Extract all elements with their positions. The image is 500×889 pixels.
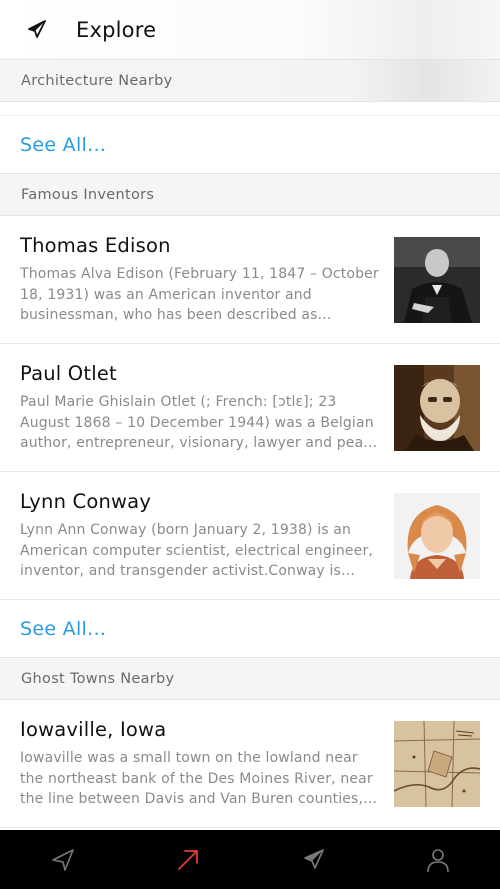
compass-icon[interactable] — [24, 18, 48, 42]
app-header: Explore — [0, 0, 500, 60]
article-row-iowaville[interactable]: Iowaville, Iowa Iowaville was a small to… — [0, 700, 500, 828]
article-text: Thomas Edison Thomas Alva Edison (Februa… — [20, 234, 394, 326]
lynn-conway-thumbnail — [394, 493, 480, 579]
article-title: Paul Otlet — [20, 362, 117, 385]
bottom-nav — [0, 830, 500, 889]
article-description: Lynn Ann Conway (born January 2, 1938) i… — [20, 522, 373, 579]
article-description: Thomas Alva Edison (February 11, 1847 – … — [20, 266, 379, 323]
article-text: Paul Otlet Paul Marie Ghislain Otlet (; … — [20, 362, 394, 454]
article-row-paul-otlet[interactable]: Paul Otlet Paul Marie Ghislain Otlet (; … — [0, 344, 500, 472]
profile-icon — [426, 848, 449, 872]
thomas-edison-thumbnail — [394, 237, 480, 323]
iowaville-map-thumbnail — [394, 721, 480, 807]
section-header-architecture: Architecture Nearby — [0, 60, 500, 102]
article-title: Lynn Conway — [20, 490, 152, 513]
article-description: Paul Marie Ghislain Otlet (; French: [ɔt… — [20, 394, 380, 451]
nav-explore-button[interactable] — [283, 830, 343, 889]
architecture-list-strip — [0, 102, 500, 116]
explore-feed[interactable]: Architecture Nearby See All... Famous In… — [0, 60, 500, 830]
article-row-thomas-edison[interactable]: Thomas Edison Thomas Alva Edison (Februa… — [0, 216, 500, 344]
page-title: Explore — [76, 17, 157, 42]
nav-profile-button[interactable] — [408, 830, 468, 889]
navigate-icon — [51, 848, 74, 871]
paul-otlet-thumbnail — [394, 365, 480, 451]
trending-arrow-icon — [177, 849, 198, 870]
article-text: Lynn Conway Lynn Ann Conway (born Januar… — [20, 490, 394, 582]
article-text: Iowaville, Iowa Iowaville was a small to… — [20, 718, 394, 810]
article-row-lynn-conway[interactable]: Lynn Conway Lynn Ann Conway (born Januar… — [0, 472, 500, 600]
article-description: Iowaville was a small town on the lowlan… — [20, 750, 373, 807]
article-title: Iowaville, Iowa — [20, 718, 167, 741]
section-header-inventors: Famous Inventors — [0, 174, 500, 216]
section-header-ghost-towns: Ghost Towns Nearby — [0, 658, 500, 700]
nav-navigate-button[interactable] — [33, 830, 93, 889]
nav-trending-button[interactable] — [158, 830, 218, 889]
see-all-inventors-link[interactable]: See All... — [0, 600, 500, 658]
compass-icon — [303, 848, 324, 869]
article-title: Thomas Edison — [20, 234, 171, 257]
see-all-architecture-link[interactable]: See All... — [0, 116, 500, 174]
